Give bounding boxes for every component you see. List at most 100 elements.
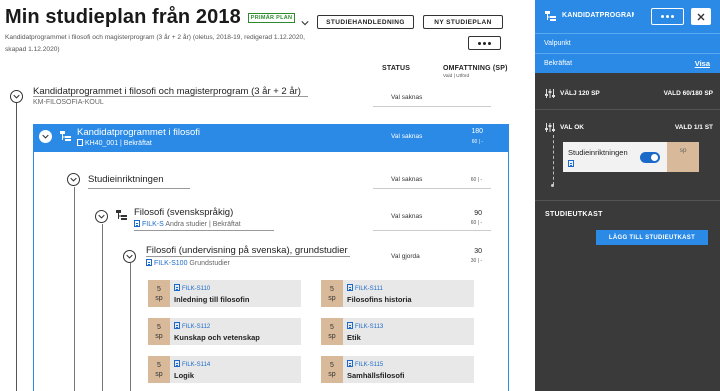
course-credits: 5 sp: [321, 280, 343, 307]
close-button[interactable]: [691, 8, 711, 25]
course-code: FILK-S112: [174, 322, 210, 330]
program-credits: 180: [471, 128, 483, 135]
selected-module-name: Studieinriktningen: [568, 148, 628, 157]
title-row: Min studieplan från 2018 PRIMÄR PLAN: [5, 6, 309, 29]
document-icon: [174, 284, 180, 291]
course-credits: 5 sp: [148, 280, 170, 307]
show-link[interactable]: Visa: [695, 59, 710, 68]
basic-studies-credits: 30: [474, 248, 482, 255]
course-card[interactable]: 5 sp FILK-S114 Logik: [148, 356, 301, 383]
row-divider: [373, 106, 491, 107]
program-status: Val saknas: [391, 133, 423, 140]
course-card[interactable]: 5 sp FILK-S111 Filosofins historia: [321, 280, 474, 307]
close-icon: [697, 13, 705, 20]
course-code: FILK-S115: [347, 360, 383, 368]
program-code-line: KH40_001 | Bekräftat: [77, 139, 152, 147]
rules-icon: [545, 123, 555, 132]
primary-plan-badge: PRIMÄR PLAN: [247, 12, 296, 23]
tree-end-dot: [551, 184, 554, 187]
course-card[interactable]: 5 sp FILK-S115 Samhällsfilosofi: [321, 356, 474, 383]
side-divider: [535, 109, 720, 110]
side-divider: [535, 200, 720, 201]
subline-code[interactable]: FILK-S: [142, 221, 164, 228]
course-name: Logik: [174, 371, 194, 380]
collapse-toggle[interactable]: [123, 250, 136, 263]
side-panel-title: KANDIDATPROGRAMMET I FILOSOFI: [562, 12, 634, 19]
course-name: Etik: [347, 333, 361, 342]
subline-credits-sub: 60 | -: [470, 220, 482, 226]
subline-code-rest: Andra studier | Bekräftat: [165, 221, 241, 228]
plan-more-button[interactable]: [468, 36, 501, 50]
rules-icon: [545, 89, 555, 98]
study-plan-main: Min studieplan från 2018 PRIMÄR PLAN Kan…: [0, 0, 535, 391]
course-credits: 5 sp: [321, 356, 343, 383]
collapse-toggle[interactable]: [67, 173, 80, 186]
dot-icon: [483, 41, 486, 45]
plan-subtitle: Kandidatprogrammet i filosofi och magist…: [5, 34, 305, 53]
tree-rule: [146, 256, 350, 257]
hierarchy-icon: [545, 11, 556, 21]
collapse-toggle[interactable]: [95, 210, 108, 223]
add-study-draft-button[interactable]: LÄGG TILL STUDIEUTKAST: [596, 230, 708, 245]
hierarchy-icon: [116, 210, 127, 220]
dot-icon: [488, 41, 491, 45]
study-guide-button[interactable]: STUDIEHANDLEDNING: [317, 15, 414, 29]
chevron-down-icon: [70, 177, 77, 182]
tree-line: [16, 103, 17, 391]
collapse-toggle[interactable]: [10, 90, 23, 103]
plan-chevron-down-icon[interactable]: [301, 14, 309, 25]
column-status: STATUS: [382, 65, 411, 72]
column-scope: OMFATTNING (SP): [443, 65, 508, 72]
course-code: FILK-S111: [347, 284, 383, 292]
subline-title: Filosofi (svenskspråkig): [134, 207, 234, 218]
dot-icon: [671, 15, 674, 18]
program-title: Kandidatprogrammet i filosofi: [77, 127, 201, 138]
study-line-credits-sub: 60 | -: [470, 177, 482, 183]
course-card[interactable]: 5 sp FILK-S113 Etik: [321, 318, 474, 345]
tab-confirmed[interactable]: Bekräftat Visa: [535, 53, 720, 73]
rule-choice-value: VALD 1/1 ST: [674, 124, 713, 131]
dot-icon: [661, 15, 664, 18]
selected-module-card[interactable]: Studieinriktningen sp: [563, 142, 699, 172]
course-code: FILK-S114: [174, 360, 210, 368]
course-code: FILK-S113: [347, 322, 383, 330]
tree-rule: [88, 188, 190, 189]
document-icon: [174, 322, 180, 329]
course-code: FILK-S110: [174, 284, 210, 292]
course-credits: 5 sp: [148, 318, 170, 345]
subline-code-line: FILK-S Andra studier | Bekräftat: [134, 220, 241, 228]
page-title: Min studieplan från 2018: [5, 6, 241, 28]
document-icon: [174, 360, 180, 367]
course-name: Filosofins historia: [347, 295, 412, 304]
tree-dash-line: [553, 135, 554, 185]
selected-program-row[interactable]: Kandidatprogrammet i filosofi KH40_001 |…: [33, 124, 508, 152]
root-title: Kandidatprogrammet i filosofi och magist…: [33, 86, 301, 97]
chevron-down-icon: [42, 134, 49, 139]
course-card[interactable]: 5 sp FILK-S112 Kunskap och vetenskap: [148, 318, 301, 345]
hierarchy-icon: [60, 131, 71, 141]
document-icon: [568, 160, 574, 167]
tab-confirmed-label: Bekräftat: [544, 60, 573, 67]
course-name: Kunskap och vetenskap: [174, 333, 260, 342]
module-selected-toggle[interactable]: [640, 152, 660, 163]
new-study-plan-button[interactable]: NY STUDIEPLAN: [423, 15, 503, 29]
program-code: KH40_001 | Bekräftat: [85, 140, 152, 147]
basic-studies-code[interactable]: FILK-S100: [154, 260, 187, 267]
basic-studies-credits-sub: 30 | -: [470, 258, 482, 264]
chevron-down-icon: [13, 94, 20, 99]
rule-credits-label: VÄLJ 120 SP: [560, 90, 600, 97]
side-panel-header: KANDIDATPROGRAMMET I FILOSOFI: [535, 0, 720, 33]
document-icon: [134, 220, 140, 227]
rule-credits-value: VALD 60/180 SP: [663, 90, 713, 97]
dot-icon: [478, 41, 481, 45]
dot-icon: [666, 15, 669, 18]
basic-studies-status: Val gjorda: [391, 253, 420, 260]
collapse-toggle[interactable]: [39, 130, 52, 143]
root-status: Val saknas: [391, 94, 423, 101]
course-name: Inledning till filosofin: [174, 295, 250, 304]
side-more-button[interactable]: [651, 8, 684, 25]
course-card[interactable]: 5 sp FILK-S110 Inledning till filosofin: [148, 280, 301, 307]
basic-studies-title: Filosofi (undervisning på svenska), grun…: [146, 245, 348, 256]
root-code: KM-FILOSOFIA-KOUL: [33, 99, 104, 106]
tab-choice-point[interactable]: Valpunkt: [535, 33, 720, 53]
